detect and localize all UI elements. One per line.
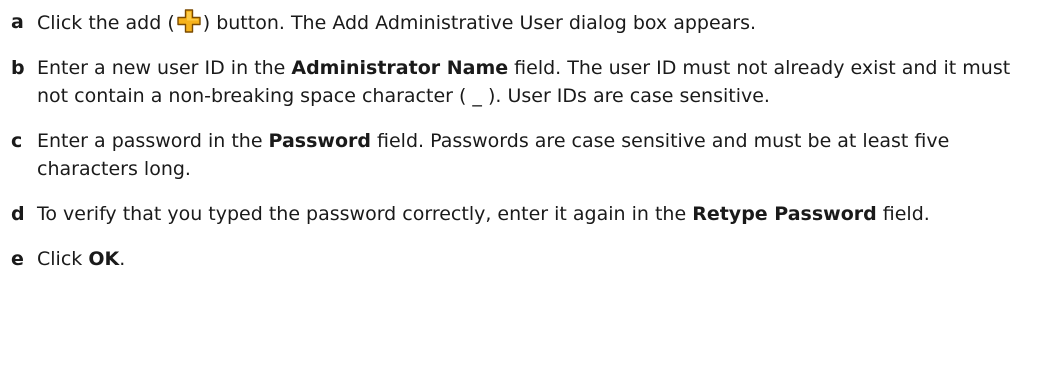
step-letter: e xyxy=(11,248,24,270)
step-text: Enter a password in the Password field. … xyxy=(37,130,950,180)
step-text: Click the add () button. The Add Adminis… xyxy=(37,9,756,34)
step-b: b Enter a new user ID in the Administrat… xyxy=(0,54,1037,110)
step-text: Enter a new user ID in the Administrator… xyxy=(37,57,1011,107)
step-e: e Click OK. xyxy=(0,245,1037,273)
field-name-administrator-name: Administrator Name xyxy=(291,57,509,79)
step-letter: c xyxy=(11,130,23,152)
step-letter: b xyxy=(11,57,25,79)
step-c: c Enter a password in the Password field… xyxy=(0,127,1037,183)
field-name-password: Password xyxy=(268,130,371,152)
step-a: a Click the add () button. The Add Admin… xyxy=(0,8,1037,37)
step-text: To verify that you typed the password co… xyxy=(37,203,930,225)
step-letter: a xyxy=(11,11,24,33)
button-name-ok: OK xyxy=(88,248,120,270)
add-plus-icon xyxy=(177,9,201,33)
field-name-retype-password: Retype Password xyxy=(692,203,877,225)
step-letter: d xyxy=(11,203,25,225)
step-text: Click OK. xyxy=(37,248,126,270)
procedure-steps: a Click the add () button. The Add Admin… xyxy=(0,0,1037,369)
step-d: d To verify that you typed the password … xyxy=(0,200,1037,228)
